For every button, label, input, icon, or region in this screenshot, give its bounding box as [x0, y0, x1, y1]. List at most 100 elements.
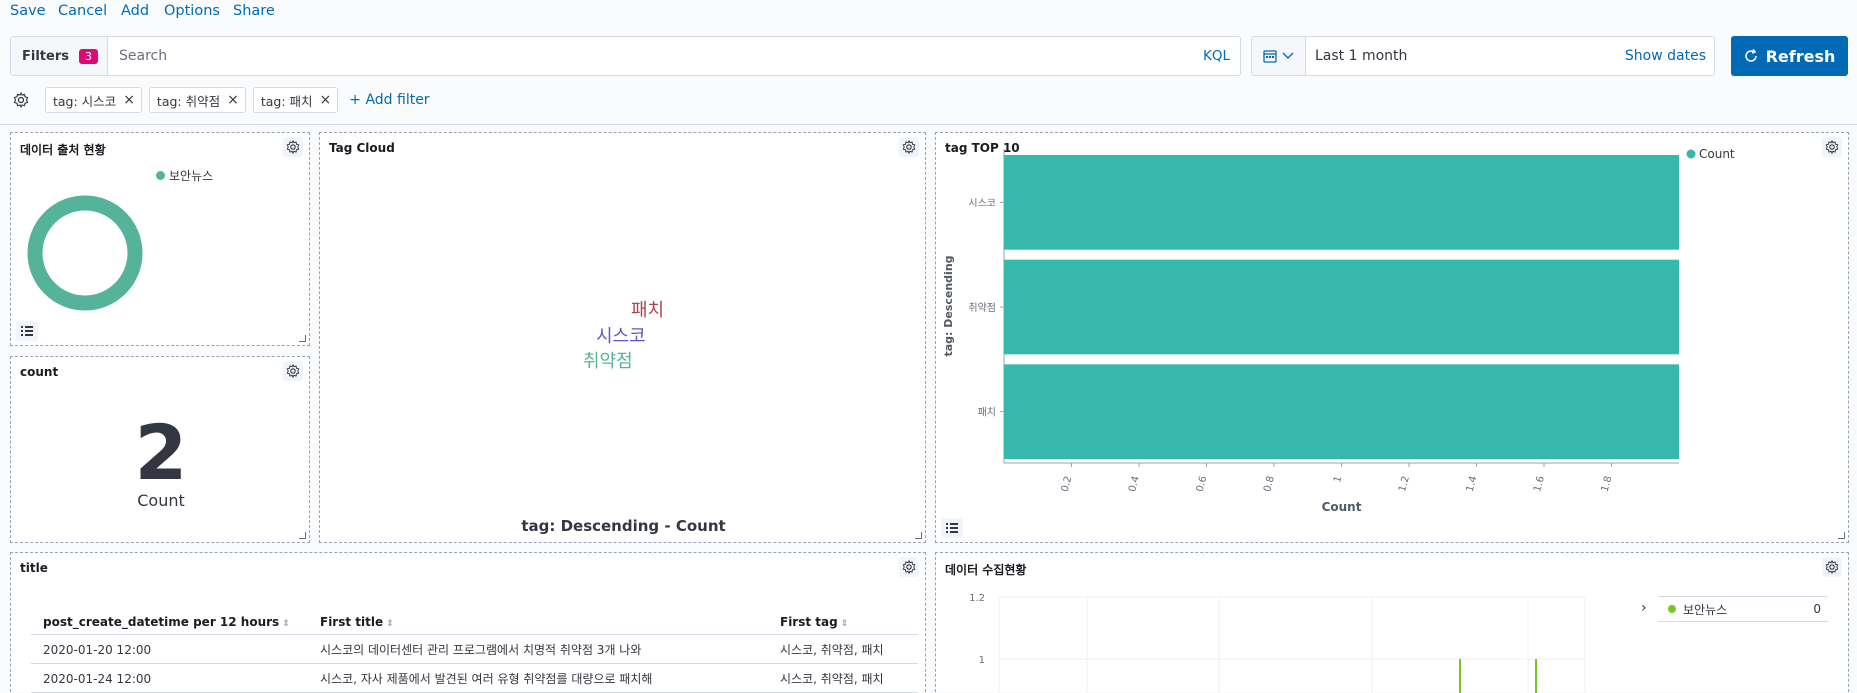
calendar-icon: [1263, 50, 1277, 63]
legend-toggle-icon[interactable]: [941, 518, 963, 538]
panel-title: title: [20, 561, 48, 575]
x-tick-label: 1.4: [1465, 475, 1480, 493]
cancel-link[interactable]: Cancel: [58, 0, 107, 22]
table-cell: 2020-01-20 12:00: [31, 634, 308, 664]
resize-handle[interactable]: [299, 532, 306, 539]
panel-title: count: [20, 365, 59, 379]
filters-count-badge: 3: [78, 48, 98, 64]
date-picker: Last 1 month Show dates: [1251, 36, 1715, 76]
panel-title: Tag Cloud: [329, 141, 395, 155]
legend-dot: [156, 171, 165, 180]
legend-label: 보안뉴스: [169, 169, 214, 183]
panel-title: 데이터 출처 현황: [20, 143, 106, 157]
data-table: post_create_datetime per 12 hours ⇕ First…: [31, 609, 918, 693]
filters-button[interactable]: Filters 3: [11, 37, 108, 75]
filter-pill[interactable]: tag: 시스코 ×: [45, 87, 142, 113]
tag-cloud-word[interactable]: 시스코: [596, 322, 646, 348]
x-tick-label: 1.2: [1397, 475, 1412, 493]
table-cell: 시스코, 취약점, 패치: [768, 634, 918, 664]
filter-pill[interactable]: tag: 취약점 ×: [148, 87, 246, 113]
options-link[interactable]: Options: [164, 0, 220, 22]
add-filter-link[interactable]: + Add filter: [349, 92, 429, 108]
share-link[interactable]: Share: [233, 0, 275, 22]
bar[interactable]: [1004, 155, 1679, 250]
y-tick-label: 1: [979, 655, 985, 666]
table-cell: 시스코, 취약점, 패치: [768, 663, 918, 693]
metric-value: 2: [134, 408, 188, 497]
y-axis-title: tag: Descending: [942, 255, 955, 356]
table-cell: 2020-01-24 12:00: [31, 663, 308, 693]
filter-settings-icon[interactable]: [10, 89, 32, 111]
column-header[interactable]: First title ⇕: [308, 609, 768, 635]
save-link[interactable]: Save: [10, 0, 46, 22]
column-header[interactable]: post_create_datetime per 12 hours ⇕: [31, 609, 308, 635]
panel-tag-cloud: Tag Cloud 패치 시스코 취약점 tag: Descending - C…: [319, 132, 926, 543]
refresh-icon: [1744, 49, 1757, 62]
legend-item[interactable]: 보안뉴스 0: [1658, 596, 1828, 622]
x-tick-label: 1.8: [1600, 475, 1615, 493]
x-tick-label: 0.4: [1127, 475, 1142, 493]
bar[interactable]: [1004, 259, 1679, 355]
filter-pill-label: tag: 취약점: [156, 93, 221, 109]
legend-item[interactable]: 보안뉴스: [156, 167, 213, 184]
sort-icon[interactable]: ⇕: [282, 619, 290, 629]
bar[interactable]: [1004, 364, 1679, 459]
close-icon[interactable]: ×: [320, 92, 332, 108]
sort-icon[interactable]: ⇕: [841, 619, 849, 629]
filter-row: tag: 시스코 × tag: 취약점 × tag: 패치 × + Add filte…: [10, 86, 430, 114]
chevron-right-icon[interactable]: ›: [1641, 600, 1647, 616]
divider: [0, 124, 1857, 125]
gear-icon[interactable]: [283, 361, 303, 381]
tag-cloud-caption: tag: Descending - Count: [521, 517, 726, 535]
gear-icon[interactable]: [899, 557, 919, 577]
close-icon[interactable]: ×: [227, 92, 239, 108]
panel-count: count 2 Count: [10, 356, 310, 543]
search-input[interactable]: [108, 48, 1203, 64]
donut-slice[interactable]: [27, 195, 143, 311]
tag-cloud-word[interactable]: 패치: [631, 296, 664, 322]
column-header[interactable]: First tag ⇕: [768, 609, 918, 635]
table-row: 2020-01-20 12:00 시스코의 데이터센터 관리 프로그램에서 치명…: [31, 634, 918, 664]
legend-dot: [1686, 149, 1696, 159]
show-dates-link[interactable]: Show dates: [1625, 48, 1714, 64]
donut-chart: [27, 195, 143, 311]
x-tick-label: 0.6: [1195, 475, 1210, 493]
resize-handle[interactable]: [1838, 532, 1845, 539]
filter-pill-label: tag: 패치: [260, 93, 313, 109]
filter-pill[interactable]: tag: 패치 ×: [252, 87, 339, 113]
resize-handle[interactable]: [299, 335, 306, 342]
line-chart: 1.21: [969, 593, 1586, 693]
x-tick-label: 1.6: [1532, 475, 1547, 493]
y-tick-label: 패치: [978, 407, 996, 419]
table-cell: 시스코의 데이터센터 관리 프로그램에서 치명적 취약점 3개 나와: [308, 634, 768, 664]
filter-pill-label: tag: 시스코: [53, 93, 117, 109]
chevron-down-icon: [1282, 52, 1294, 59]
y-tick-label: 취약점: [968, 302, 996, 314]
gear-icon[interactable]: [283, 137, 303, 157]
y-tick-label: 1.2: [969, 593, 985, 604]
legend-toggle-icon[interactable]: [16, 321, 38, 341]
sort-icon[interactable]: ⇕: [386, 619, 394, 629]
refresh-button[interactable]: Refresh: [1731, 36, 1848, 76]
legend-dot: [1668, 605, 1676, 613]
add-link[interactable]: Add: [121, 0, 149, 22]
date-range-text[interactable]: Last 1 month: [1306, 48, 1625, 64]
refresh-label: Refresh: [1765, 46, 1836, 66]
x-axis-title: Count: [1322, 500, 1362, 514]
panel-tag-top10: tag TOP 10 시스코 취약점 패치 0.2 0.4 0.6 0.8 1 1.2 1.4 1.…: [935, 132, 1849, 543]
legend-label: 보안뉴스: [1683, 602, 1728, 617]
close-icon[interactable]: ×: [123, 92, 135, 108]
metric-label: Count: [137, 491, 185, 510]
kql-language-toggle[interactable]: KQL: [1203, 48, 1240, 64]
tag-cloud-word[interactable]: 취약점: [583, 347, 633, 373]
gear-icon[interactable]: [899, 137, 919, 157]
x-tick-label: 1: [1332, 475, 1344, 484]
y-tick-label: 시스코: [968, 197, 996, 209]
quick-select-button[interactable]: [1252, 37, 1306, 75]
table-cell: 시스코, 자사 제품에서 발견된 여러 유형 취약점를 대량으로 패치해: [308, 663, 768, 693]
x-tick-label: 0.2: [1060, 475, 1075, 493]
panel-source: 데이터 출처 현황 보안뉴스: [10, 132, 310, 346]
resize-handle[interactable]: [915, 532, 922, 539]
table-header-row: post_create_datetime per 12 hours ⇕ First…: [31, 609, 918, 635]
legend-label[interactable]: Count: [1699, 147, 1735, 161]
